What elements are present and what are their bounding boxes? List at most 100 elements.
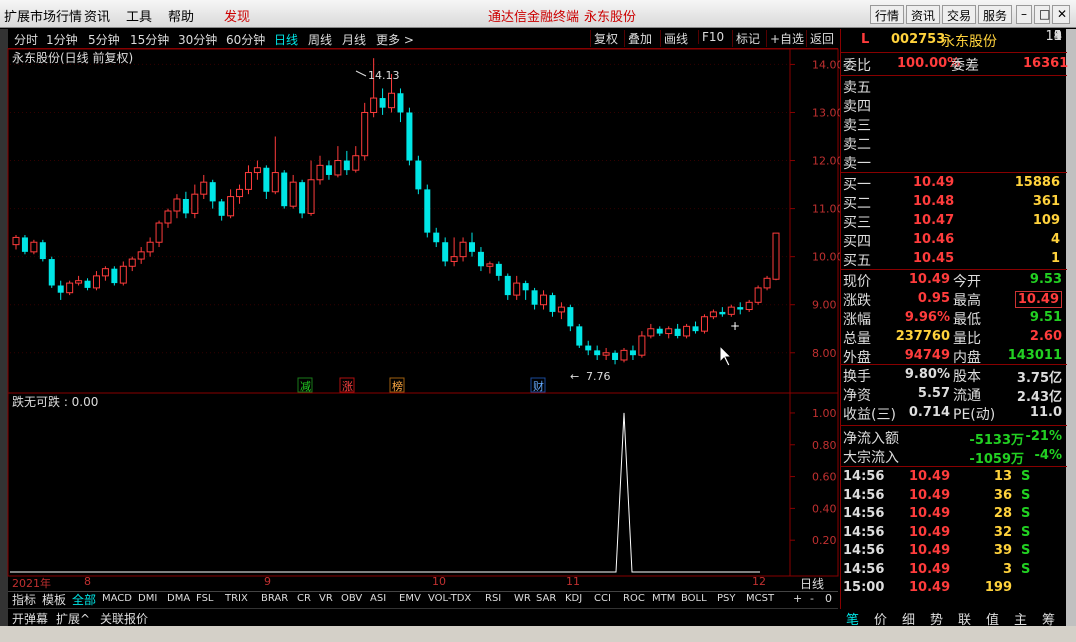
candle bbox=[370, 58, 378, 118]
stat-value: 11.0 bbox=[1029, 405, 1062, 420]
flow-percent: -21% bbox=[1025, 429, 1062, 444]
indicator-tab[interactable]: ROC bbox=[623, 593, 645, 604]
bid-volume: 109 bbox=[1032, 213, 1060, 228]
indicator-tick: 0.20 bbox=[812, 534, 837, 547]
tick-side: S bbox=[1021, 487, 1031, 503]
flow-percent: -4% bbox=[1034, 448, 1062, 463]
event-marker[interactable]: 榜 bbox=[392, 379, 403, 393]
indicator-tab[interactable]: BOLL bbox=[681, 593, 707, 604]
candle bbox=[39, 239, 46, 262]
candle bbox=[66, 280, 74, 296]
candle bbox=[442, 237, 449, 267]
period-label: 日线 bbox=[800, 577, 825, 591]
indicator-tab[interactable]: 模板 bbox=[42, 591, 66, 608]
indicator-tab[interactable]: RSI bbox=[485, 593, 501, 604]
indicator-tab[interactable]: 全部 bbox=[72, 591, 96, 608]
tick-price: 10.49 bbox=[909, 580, 951, 595]
indicator-tab[interactable]: MCST bbox=[746, 593, 774, 604]
candle bbox=[709, 309, 717, 320]
stat-value: 94749 bbox=[904, 348, 950, 363]
stat-value: 10.49 bbox=[1014, 291, 1062, 308]
indicator-tab[interactable]: 指标 bbox=[12, 591, 36, 608]
indicator-tick: 1.00 bbox=[812, 407, 837, 420]
indicator-tab[interactable]: CCI bbox=[594, 593, 611, 604]
quote-button[interactable]: 行情 bbox=[870, 5, 905, 24]
bottom-bar: 开弹幕 扩展^ 关联报价 bbox=[8, 608, 838, 627]
right-scrollbar[interactable] bbox=[1066, 29, 1076, 626]
close-icon[interactable]: ✕ bbox=[1052, 5, 1070, 24]
candle bbox=[307, 160, 315, 216]
kline-chart[interactable]: 14.00 13.00 12.00 11.00 10.00 9.00 8.00 1.00 0.… bbox=[0, 0, 840, 591]
reset-button[interactable]: 0 bbox=[825, 592, 832, 605]
tick-side: S bbox=[1021, 561, 1031, 577]
tick-volume: 32 bbox=[993, 524, 1012, 540]
expand-button[interactable]: 扩展^ bbox=[56, 610, 90, 627]
stat-value: 237760 bbox=[895, 329, 950, 344]
indicator-tab[interactable]: BRAR bbox=[261, 593, 288, 604]
indicator-tab[interactable]: DMI bbox=[138, 593, 157, 604]
stat-value: 2.43亿 bbox=[1016, 390, 1062, 405]
candle bbox=[289, 174, 297, 209]
stock-code: 002753 bbox=[891, 32, 946, 47]
bid-level-label: 买三 bbox=[843, 215, 871, 231]
candle bbox=[209, 179, 216, 209]
candle bbox=[424, 184, 431, 238]
news-button[interactable]: 资讯 bbox=[906, 5, 941, 24]
event-marker[interactable]: 减 bbox=[300, 380, 311, 393]
flow-label: 大宗流入 bbox=[843, 450, 899, 466]
maximize-icon[interactable]: □ bbox=[1034, 5, 1050, 24]
stat-value: 2.60 bbox=[1029, 329, 1062, 344]
stat-value: 5.57 bbox=[917, 386, 950, 401]
price-tick: 9.00 bbox=[812, 299, 837, 312]
indicator-tab[interactable]: EMV bbox=[399, 593, 421, 604]
indicator-tab[interactable]: VOL-TDX bbox=[428, 593, 471, 604]
price-tick: 10.00 bbox=[812, 251, 840, 264]
bid-price: 10.47 bbox=[913, 213, 955, 228]
danmu-button[interactable]: 开弹幕 bbox=[12, 610, 48, 627]
indicator-tab[interactable]: PSY bbox=[717, 593, 736, 604]
tick-price: 10.49 bbox=[909, 506, 951, 521]
indicator-tab[interactable]: SAR bbox=[536, 593, 556, 604]
related-quote-button[interactable]: 关联报价 bbox=[100, 610, 148, 627]
candle bbox=[84, 278, 91, 291]
zoom-in-button[interactable]: + bbox=[793, 592, 802, 605]
indicator-tab[interactable]: ASI bbox=[370, 593, 386, 604]
candle bbox=[406, 107, 413, 166]
bid-volume: 4 bbox=[1050, 232, 1060, 247]
bid-level-label: 买一 bbox=[843, 177, 871, 193]
indicator-tab[interactable]: KDJ bbox=[565, 593, 582, 604]
bid-volume: 15886 bbox=[1014, 175, 1060, 190]
indicator-tab[interactable]: OBV bbox=[341, 593, 362, 604]
indicator-tab[interactable]: DMA bbox=[167, 593, 190, 604]
candle bbox=[352, 146, 360, 173]
candle bbox=[513, 275, 521, 300]
event-marker[interactable]: 涨 bbox=[342, 380, 353, 393]
status-bar bbox=[0, 626, 1076, 642]
price-tick: 12.00 bbox=[812, 155, 840, 168]
divider bbox=[841, 425, 1067, 426]
indicator-tab[interactable]: CR bbox=[297, 593, 311, 604]
indicator-tab[interactable]: MACD bbox=[102, 593, 132, 604]
stat-value: 143011 bbox=[1007, 348, 1062, 363]
indicator-tab[interactable]: MTM bbox=[652, 593, 675, 604]
wei-cha-label: 委差 bbox=[951, 58, 979, 74]
indicator-tab[interactable]: TRIX bbox=[225, 593, 248, 604]
minimize-icon[interactable]: – bbox=[1016, 5, 1032, 24]
price-tick: 11.00 bbox=[812, 203, 840, 216]
stat-label: 总量 bbox=[843, 331, 871, 347]
bid-volume: 361 bbox=[1032, 194, 1060, 209]
stat-value: 9.96% bbox=[904, 310, 950, 325]
indicator-tab[interactable]: FSL bbox=[196, 593, 214, 604]
event-marker[interactable]: 财 bbox=[533, 379, 544, 393]
candle bbox=[477, 247, 484, 272]
candle bbox=[763, 275, 771, 291]
trade-button[interactable]: 交易 bbox=[942, 5, 977, 24]
tick-volume: 13 bbox=[993, 469, 1012, 484]
zoom-out-button[interactable]: - bbox=[810, 592, 814, 605]
indicator-tab[interactable]: VR bbox=[319, 593, 333, 604]
indicator-line bbox=[10, 412, 760, 573]
stat-value: 9.53 bbox=[1029, 272, 1062, 287]
tick-side: S bbox=[1021, 506, 1031, 521]
indicator-tab[interactable]: WR bbox=[514, 593, 531, 604]
service-button[interactable]: 服务 bbox=[978, 5, 1013, 24]
